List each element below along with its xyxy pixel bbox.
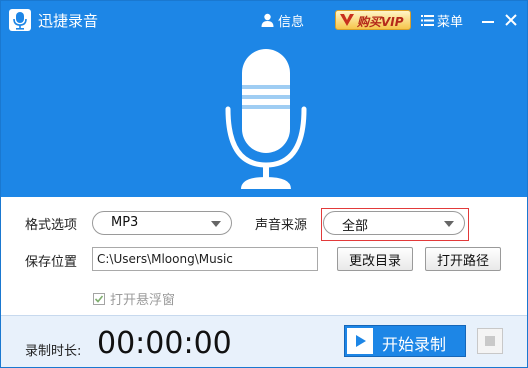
buy-vip-label: 购买VIP	[357, 15, 404, 29]
title-bar: 迅捷录音 信息 购买VIP 菜单	[1, 1, 527, 39]
start-recording-button[interactable]: 开始录制	[344, 325, 466, 357]
float-window-checkbox[interactable]: 打开悬浮窗	[93, 289, 175, 308]
buy-vip-button[interactable]: 购买VIP	[335, 10, 411, 30]
microphone-icon	[225, 49, 307, 189]
start-recording-label: 开始录制	[382, 335, 447, 354]
close-button[interactable]	[501, 10, 521, 30]
stop-icon	[485, 336, 495, 346]
stop-button[interactable]	[477, 328, 503, 354]
chevron-down-icon	[211, 221, 221, 227]
close-icon	[505, 14, 517, 26]
info-button[interactable]: 信息	[261, 9, 304, 31]
format-select[interactable]: MP3	[92, 211, 232, 235]
menu-label: 菜单	[437, 14, 464, 30]
format-value: MP3	[111, 215, 139, 230]
float-window-label: 打开悬浮窗	[110, 293, 176, 308]
app-title: 迅捷录音	[38, 12, 99, 30]
info-label: 信息	[278, 14, 305, 30]
menu-button[interactable]: 菜单	[421, 10, 463, 30]
save-location-label: 保存位置	[25, 255, 78, 270]
change-directory-button[interactable]: 更改目录	[337, 247, 413, 271]
play-icon	[347, 328, 373, 354]
minimize-button[interactable]	[479, 10, 497, 30]
checkbox-box[interactable]	[93, 292, 105, 305]
source-select[interactable]: 全部	[323, 211, 465, 235]
app-window: 迅捷录音 信息 购买VIP 菜单 格式选项 MP3 声音来源 全部 保存位置 C…	[0, 0, 528, 368]
format-label: 格式选项	[25, 218, 78, 233]
hamburger-icon	[421, 14, 434, 26]
recording-timer: 00:00:00	[97, 326, 232, 361]
source-label: 声音来源	[255, 218, 308, 233]
recording-bar: 录制时长: 00:00:00 开始录制	[1, 315, 527, 367]
duration-label: 录制时长:	[25, 344, 82, 359]
chevron-down-icon	[444, 221, 454, 227]
open-path-button[interactable]: 打开路径	[425, 247, 501, 271]
source-value: 全部	[342, 219, 369, 234]
settings-panel: 格式选项 MP3 声音来源 全部 保存位置 更改目录 打开路径 打开悬浮窗	[1, 197, 527, 315]
user-icon	[261, 13, 274, 27]
save-path-input[interactable]	[92, 247, 318, 271]
vip-badge-icon	[340, 14, 354, 26]
app-logo-icon	[9, 9, 31, 31]
minimize-icon	[482, 21, 494, 23]
checkmark-icon	[94, 294, 104, 303]
hero-banner	[1, 39, 527, 197]
